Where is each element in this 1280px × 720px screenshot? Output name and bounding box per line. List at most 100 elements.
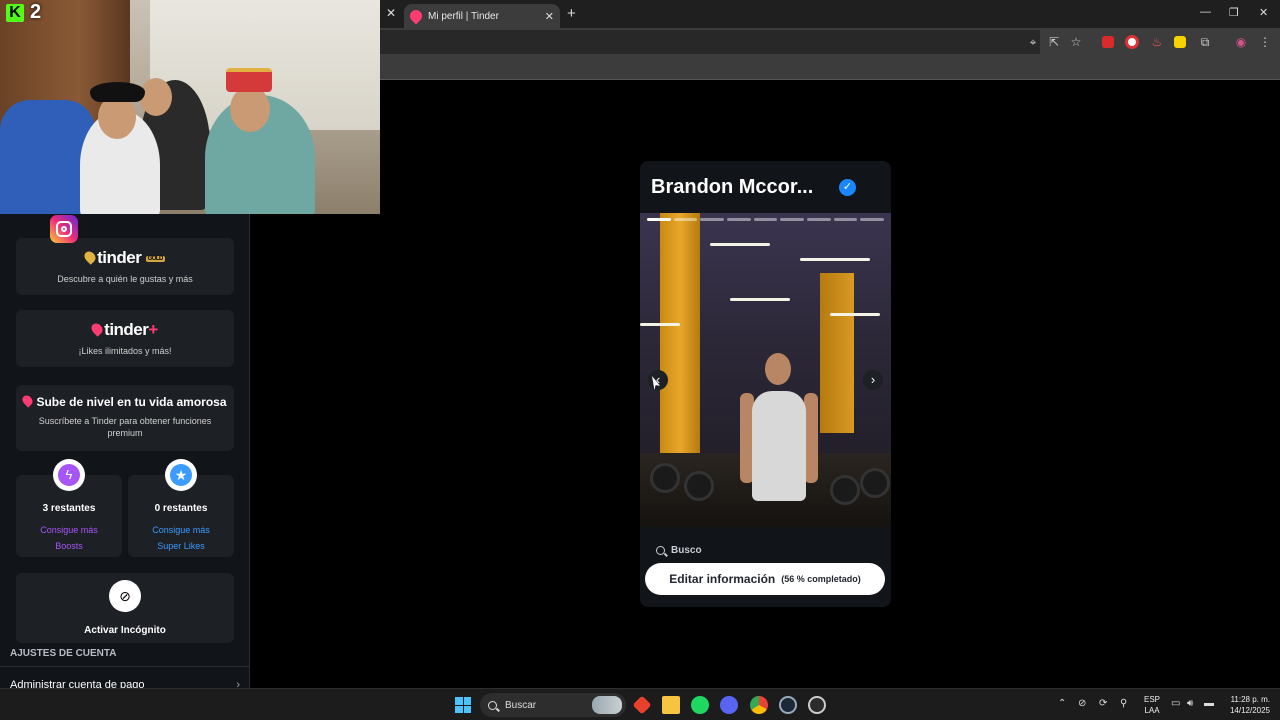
gold-subtitle: Descubre a quién le gustas y más	[57, 274, 193, 284]
tinder-plus-card[interactable]: tinder+ ¡Likes ilimitados y más!	[16, 310, 234, 367]
tinder-favicon-icon	[407, 7, 425, 25]
upgrade-card[interactable]: Sube de nivel en tu vida amorosa Suscríb…	[16, 385, 234, 451]
taskbar-clock[interactable]: 11:28 p. m. 14/12/2025	[1222, 694, 1270, 716]
profile-name: Brandon Mccor...	[651, 176, 814, 198]
gold-badge: GOLD	[145, 255, 165, 262]
photo-pillar-right	[820, 273, 854, 433]
photo-weight-plate	[684, 471, 714, 501]
tab-mi-perfil[interactable]: Mi perfil | Tinder ✕	[404, 4, 560, 28]
app-gear-icon[interactable]	[808, 696, 826, 714]
photo-progress-segment[interactable]	[700, 218, 725, 221]
incognito-label: Activar Incógnito	[84, 625, 166, 636]
photo-progress-segment[interactable]	[647, 218, 671, 221]
chrome-icon[interactable]	[750, 696, 768, 714]
next-photo-button[interactable]: ›	[863, 370, 883, 390]
new-tab-button[interactable]: +	[567, 5, 576, 22]
tinder-sidebar: tinder GOLD Descubre a quién le gustas y…	[0, 214, 250, 688]
restore-icon[interactable]: ❐	[1229, 6, 1239, 19]
plus-flame-icon	[89, 321, 105, 337]
chevron-right-icon: ›	[236, 679, 240, 688]
browser-toolbar: ⌖ ⇱ ☆ ♨ ⧉ ◉ ⋮	[380, 28, 1280, 56]
discord-icon[interactable]	[720, 696, 738, 714]
search-icon	[656, 546, 665, 555]
extension-flame-icon[interactable]: ♨	[1150, 35, 1164, 49]
photo-pillar	[660, 213, 700, 453]
upgrade-flame-icon	[20, 393, 36, 408]
photo-progress-segment[interactable]	[753, 218, 778, 221]
spotify-icon[interactable]	[691, 696, 709, 714]
looking-for-row: Busco	[656, 545, 702, 556]
photo-weight-plate	[830, 475, 860, 505]
gold-flame-icon	[82, 249, 98, 265]
photo-progress-segment[interactable]	[833, 218, 858, 221]
tray-battery-icon[interactable]: ▬	[1204, 698, 1214, 709]
tab-close-icon[interactable]: ✕	[545, 10, 554, 23]
tinder-gold-card[interactable]: tinder GOLD Descubre a quién le gustas y…	[16, 238, 234, 295]
edit-info-button[interactable]: Editar información (56 % completado)	[645, 563, 885, 595]
bookmark-star-icon[interactable]: ☆	[1069, 35, 1083, 49]
extensions-puzzle-icon[interactable]: ⧉	[1198, 35, 1212, 49]
photo-progress-segment[interactable]	[860, 218, 885, 221]
cast-icon[interactable]: ⇱	[1047, 35, 1061, 49]
extension-yellow-icon[interactable]	[1174, 36, 1186, 48]
get-more-boosts-link[interactable]: Consigue más Boosts	[16, 522, 122, 554]
cowboy-hat	[90, 82, 145, 102]
photo-weight-plate	[860, 468, 890, 498]
previous-photo-button[interactable]: ‹	[648, 370, 668, 390]
photo-progress-segment[interactable]	[780, 218, 805, 221]
profile-avatar-icon[interactable]: ◉	[1234, 35, 1248, 49]
webcam-head	[140, 78, 172, 116]
extension-red-icon[interactable]	[1102, 36, 1114, 48]
tray-notifications-off-icon[interactable]: ⊘	[1078, 698, 1086, 709]
window-close-icon[interactable]: ✕	[1259, 6, 1268, 19]
superlikes-remaining: 0 restantes	[154, 503, 208, 514]
profile-photo[interactable]	[640, 213, 891, 527]
paper-crown	[226, 68, 272, 92]
superlikes-card[interactable]: ★ 0 restantes Consigue más Super Likes	[128, 459, 234, 557]
address-bar[interactable]	[380, 30, 1040, 54]
photo-ceiling-light	[830, 313, 880, 316]
photo-progress-segment[interactable]	[807, 218, 831, 221]
extension-adblock-icon[interactable]	[1125, 35, 1139, 49]
boosts-remaining: 3 restantes	[42, 503, 96, 514]
anydesk-icon[interactable]	[632, 695, 652, 715]
steam-icon[interactable]	[779, 696, 797, 714]
looking-for-label: Busco	[671, 545, 702, 556]
taskbar-search[interactable]: Buscar	[480, 693, 626, 717]
account-settings-heading: AJUSTES DE CUENTA	[10, 648, 117, 659]
tray-volume-icon[interactable]: 🔊︎	[1187, 698, 1193, 709]
file-explorer-icon[interactable]	[662, 696, 680, 714]
section-divider	[0, 666, 249, 667]
photo-progress-segment[interactable]	[727, 218, 751, 221]
plus-badge: +	[148, 320, 158, 339]
tray-sync-icon[interactable]: ⟳	[1099, 698, 1107, 709]
photo-progress-bars	[647, 218, 885, 221]
tray-vpn-icon[interactable]: ⚲	[1120, 698, 1127, 709]
get-more-superlikes-link[interactable]: Consigue más Super Likes	[128, 522, 234, 554]
profile-card: Brandon Mccor... ✓ ‹ › Busco Editar info…	[640, 161, 891, 607]
incognito-card[interactable]: ⊘ Activar Incógnito	[16, 573, 234, 643]
photo-ceiling-light	[640, 323, 680, 326]
browser-menu-icon[interactable]: ⋮	[1258, 35, 1272, 49]
search-highlight-image	[592, 696, 622, 714]
tray-chevron-up-icon[interactable]: ⌃	[1058, 698, 1066, 709]
taskbar-search-label: Buscar	[505, 699, 537, 711]
windows-start-icon[interactable]	[455, 697, 471, 713]
boosts-card[interactable]: ϟ 3 restantes Consigue más Boosts	[16, 459, 122, 557]
tab-title: Mi perfil | Tinder	[428, 10, 499, 22]
location-icon[interactable]: ⌖	[1026, 35, 1040, 49]
windows-taskbar: Buscar ⌃ ⊘ ⟳ ⚲ ESP LAA ▭ 🔊︎ ▬ 11:28 p. m.…	[0, 688, 1280, 720]
upgrade-title: Sube de nivel en tu vida amorosa	[16, 393, 234, 409]
superlike-star-icon: ★	[165, 459, 197, 491]
tray-display-icon[interactable]: ▭	[1171, 698, 1180, 709]
close-previous-tab-icon[interactable]: ✕	[386, 6, 396, 20]
webcam-overlay: K 2	[0, 0, 380, 214]
plus-subtitle: ¡Likes ilimitados y más!	[78, 346, 172, 356]
search-icon	[488, 700, 497, 710]
minimize-icon[interactable]: —	[1200, 6, 1211, 18]
kick-logo-icon: K	[6, 4, 24, 22]
manage-payment-account-item[interactable]: Administrar cuenta de pago ›	[10, 679, 240, 688]
photo-progress-segment[interactable]	[673, 218, 698, 221]
upgrade-subtitle: Suscríbete a Tinder para obtener funcion…	[38, 416, 212, 438]
language-indicator[interactable]: ESP LAA	[1144, 694, 1160, 716]
